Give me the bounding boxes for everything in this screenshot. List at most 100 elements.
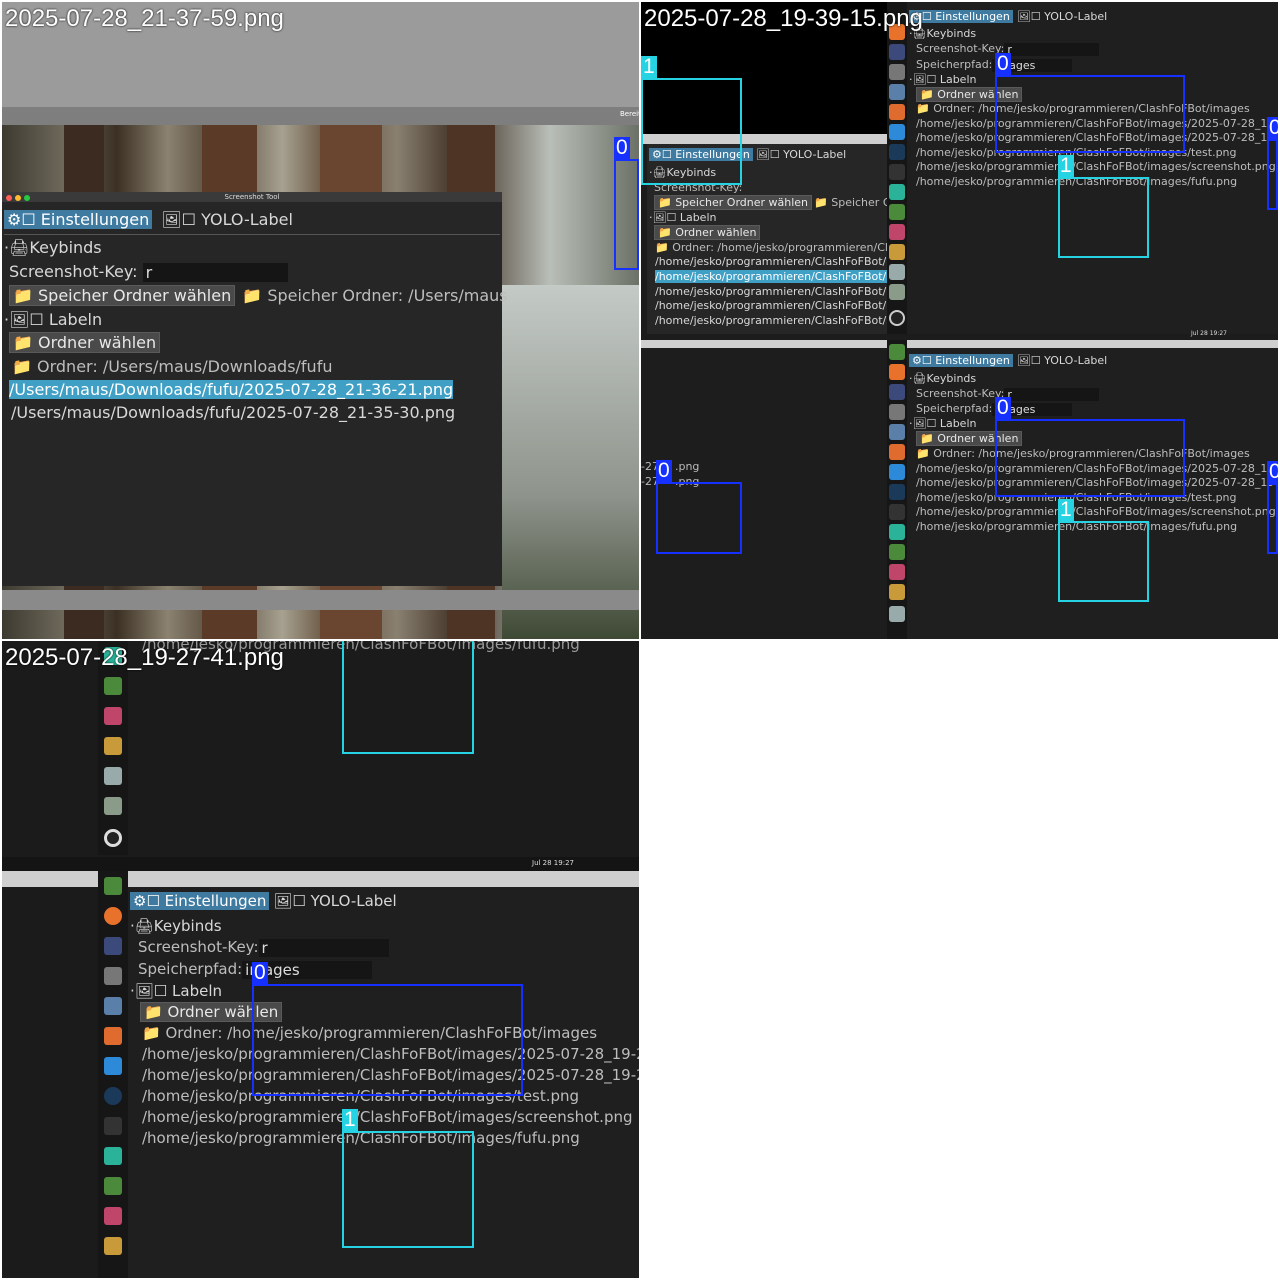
minecraft-icon[interactable] xyxy=(889,544,905,560)
tile-filename-caption: 2025-07-28_19-39-15.png xyxy=(644,5,923,32)
screenshot-key-input[interactable]: r xyxy=(258,938,389,957)
text-editor-icon[interactable] xyxy=(889,424,905,440)
screenshot-key-input[interactable]: r xyxy=(1004,387,1100,401)
trash-icon[interactable] xyxy=(104,797,122,815)
close-dot-icon[interactable] xyxy=(6,195,12,201)
inner-file-item[interactable]: /home/jesko/programmieren/ClashFoFBot/im xyxy=(655,299,900,312)
apps-grid-icon[interactable] xyxy=(889,310,905,326)
app-store-icon[interactable] xyxy=(889,104,905,120)
labeln-header[interactable]: ·🖼☐ Labeln xyxy=(130,982,222,1000)
keybinds-header[interactable]: ·🖨Keybinds xyxy=(4,238,102,257)
yolo-bbox-class-1: 1 xyxy=(641,56,742,185)
terminal-icon[interactable] xyxy=(104,937,122,955)
tab-einstellungen[interactable]: ⚙☐ Einstellungen xyxy=(130,892,270,910)
archive-icon[interactable] xyxy=(889,584,905,600)
minecraft-icon[interactable] xyxy=(104,877,122,895)
archive-icon[interactable] xyxy=(104,737,122,755)
files-icon[interactable] xyxy=(104,967,122,985)
minimize-dot-icon[interactable] xyxy=(15,195,21,201)
inner-choose-folder-button[interactable]: 📁 Ordner wählen xyxy=(654,225,761,240)
pycharm-icon[interactable] xyxy=(104,1147,122,1165)
app-icon[interactable] xyxy=(104,1207,122,1225)
tab-yolo-label[interactable]: 🖼☐ YOLO-Label xyxy=(273,892,396,910)
vscode-icon[interactable] xyxy=(104,1057,122,1075)
window-title: Screenshot Tool xyxy=(224,193,280,201)
file-list-item[interactable]: /home/jesko/programmieren/ClashFoFBot/im… xyxy=(916,160,1276,173)
tab-einstellungen[interactable]: ⚙☐ Einstellungen xyxy=(909,354,1013,367)
bbox-class-label: 0 xyxy=(252,961,268,984)
firefox-icon[interactable] xyxy=(104,907,122,925)
archive-icon[interactable] xyxy=(889,244,905,260)
console-icon[interactable] xyxy=(104,1117,122,1135)
inner-file-item[interactable]: /home/jesko/programmieren/ClashFoFBot/im xyxy=(655,285,900,298)
vscode-icon[interactable] xyxy=(889,464,905,480)
steam-icon[interactable] xyxy=(889,144,905,160)
labeln-header[interactable]: ·🖼☐ Labeln xyxy=(909,73,976,86)
inner-file-item-selected[interactable]: /home/jesko/programmieren/ClashFoFBot/im xyxy=(655,270,901,283)
screenshot-key-label: Screenshot-Key: xyxy=(916,42,1005,55)
tab-yolo-label[interactable]: 🖼☐ YOLO-Label xyxy=(1017,354,1107,367)
pycharm-icon[interactable] xyxy=(889,524,905,540)
app-store-icon[interactable] xyxy=(104,1027,122,1045)
apps-grid-icon[interactable] xyxy=(104,829,122,847)
minecraft-icon[interactable] xyxy=(104,677,122,695)
text-editor-icon[interactable] xyxy=(104,997,122,1015)
tab-yolo-label[interactable]: 🖼☐ YOLO-Label xyxy=(1017,10,1107,23)
keybinds-header[interactable]: ·🖨Keybinds xyxy=(130,917,222,935)
terminal-icon[interactable] xyxy=(889,44,905,60)
tab-einstellungen[interactable]: ⚙☐ Einstellungen xyxy=(4,210,153,229)
inner-tab-yolo[interactable]: 🖼☐ YOLO-Label xyxy=(756,148,846,161)
choose-folder-button[interactable]: 📁 Ordner wählen xyxy=(9,332,161,353)
console-icon[interactable] xyxy=(889,504,905,520)
vscode-icon[interactable] xyxy=(889,124,905,140)
screenshot-key-input[interactable]: r xyxy=(142,263,288,282)
inner-choose-save-folder-button[interactable]: 📁 Speicher Ordner wählen xyxy=(654,195,813,210)
firefox-icon[interactable] xyxy=(889,364,905,380)
console-icon[interactable] xyxy=(889,164,905,180)
notes-icon[interactable] xyxy=(889,264,905,280)
labeln-header[interactable]: ·🖼☐ Labeln xyxy=(4,310,102,329)
yolo-bbox-class-0: 0 xyxy=(1267,117,1278,210)
inner-file-item[interactable]: /home/jesko/programmieren/ClashFoFBot/im xyxy=(655,255,900,268)
file-list-item-selected[interactable]: /Users/maus/Downloads/fufu/2025-07-28_21… xyxy=(9,380,454,399)
screenshot-key-input[interactable]: r xyxy=(1004,42,1100,56)
minecraft-icon[interactable] xyxy=(889,204,905,220)
steam-icon[interactable] xyxy=(104,1087,122,1105)
labeln-header[interactable]: ·🖼☐ Labeln xyxy=(909,417,976,430)
app-icon[interactable] xyxy=(889,564,905,580)
menubar-right-label: Bereit xyxy=(620,110,639,118)
file-list-item[interactable]: /Users/maus/Downloads/fufu/2025-07-28_21… xyxy=(11,403,455,422)
save-path-label: Speicherpfad: xyxy=(138,960,243,978)
files-icon[interactable] xyxy=(889,404,905,420)
choose-save-folder-button[interactable]: 📁 Speicher Ordner wählen xyxy=(9,285,236,306)
minecraft-icon[interactable] xyxy=(104,1177,122,1195)
tab-einstellungen[interactable]: ⚙☐ Einstellungen xyxy=(909,10,1013,23)
save-path-label: Speicherpfad: xyxy=(916,402,993,415)
trash-icon[interactable] xyxy=(889,284,905,300)
app-icon[interactable] xyxy=(889,224,905,240)
app-icon[interactable] xyxy=(104,707,122,725)
archive-icon[interactable] xyxy=(104,1237,122,1255)
image-tile-3: /home/jesko/programmieren/ClashFoFBot/im… xyxy=(2,641,639,1278)
dock-strip xyxy=(2,590,639,610)
files-icon[interactable] xyxy=(889,64,905,80)
file-list-item[interactable]: /home/jesko/programmieren/ClashFoFBot/im… xyxy=(916,505,1276,518)
text-editor-icon[interactable] xyxy=(889,84,905,100)
bbox-class-label: 0 xyxy=(995,396,1011,419)
steam-icon[interactable] xyxy=(889,484,905,500)
keybinds-header[interactable]: ·🖨Keybinds xyxy=(909,372,976,385)
file-list-item[interactable]: /home/jesko/programmieren/ClashFoFBot/im… xyxy=(142,1108,633,1126)
ubuntu-dock-top xyxy=(98,641,128,855)
app-store-icon[interactable] xyxy=(889,444,905,460)
inner-labeln-header[interactable]: ·🖼☐ Labeln xyxy=(649,211,716,224)
terminal-icon[interactable] xyxy=(889,384,905,400)
bbox-class-label: 1 xyxy=(641,55,657,78)
minecraft-icon[interactable] xyxy=(889,344,905,360)
pycharm-icon[interactable] xyxy=(889,184,905,200)
inner-file-item[interactable]: /home/jesko/programmieren/ClashFoFBot/im xyxy=(655,314,900,327)
tab-yolo-label[interactable]: 🖼☐ YOLO-Label xyxy=(161,210,293,229)
ubuntu-dock-top xyxy=(887,2,907,334)
maximize-dot-icon[interactable] xyxy=(24,195,30,201)
notes-icon[interactable] xyxy=(889,606,905,622)
notes-icon[interactable] xyxy=(104,767,122,785)
